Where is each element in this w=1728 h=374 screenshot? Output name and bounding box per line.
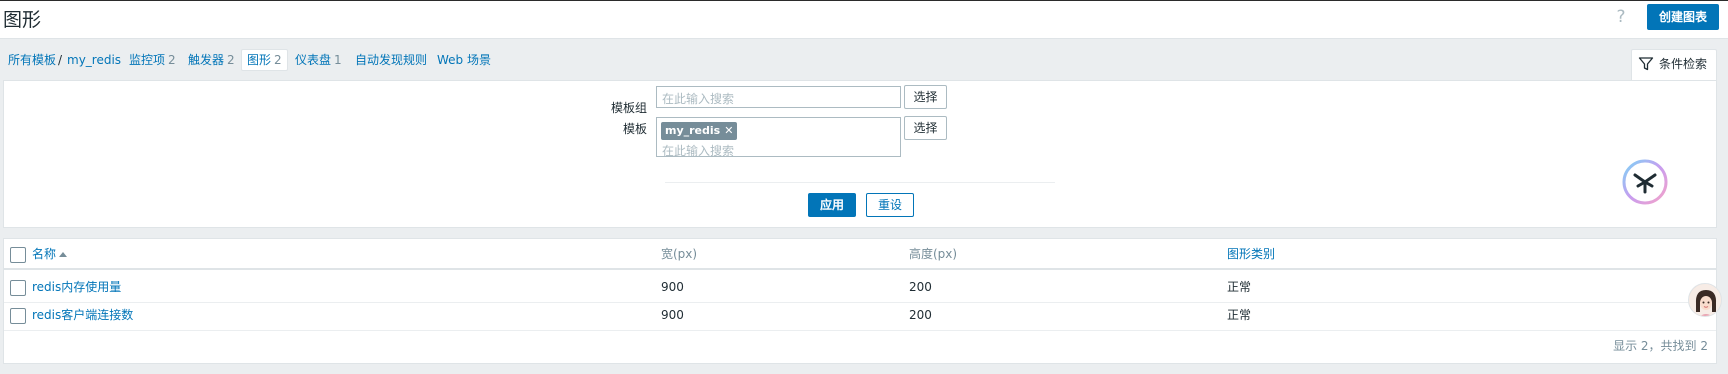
assistant-logo-graphic bbox=[1622, 159, 1668, 205]
table-row: redis内存使用量 900 200 正常 bbox=[4, 272, 1716, 303]
column-graph-type[interactable]: 图形类别 bbox=[1227, 239, 1275, 269]
template-multiselect[interactable]: my_redis ✕ 在此输入搜索 bbox=[656, 117, 901, 159]
tab-count: 2 bbox=[274, 53, 282, 67]
help-icon[interactable]: ? bbox=[1613, 7, 1629, 27]
tab-discovery-rules[interactable]: 自动发现规则 bbox=[355, 49, 427, 71]
template-input[interactable]: 在此输入搜索 bbox=[662, 142, 734, 159]
tab-items[interactable]: 监控项 2 bbox=[129, 49, 176, 71]
graph-name-link[interactable]: redis内存使用量 bbox=[32, 272, 121, 302]
graph-width: 900 bbox=[661, 280, 684, 294]
tab-label: 仪表盘 bbox=[295, 53, 332, 67]
tab-label: 触发器 bbox=[188, 53, 225, 67]
sort-asc-icon bbox=[59, 252, 68, 257]
row-checkbox[interactable] bbox=[10, 308, 26, 324]
graph-height: 200 bbox=[909, 308, 932, 322]
tab-label: 自动发现规则 bbox=[355, 53, 428, 67]
column-graph-type-sort-link[interactable]: 图形类别 bbox=[1227, 247, 1275, 261]
remove-tag-icon[interactable]: ✕ bbox=[724, 124, 733, 137]
column-height: 高度(px) bbox=[909, 247, 958, 261]
row-checkbox[interactable] bbox=[10, 280, 26, 296]
tab-label: Web 场景 bbox=[437, 53, 491, 67]
table-header: 名称 宽(px) 高度(px) 图形类别 bbox=[4, 239, 1716, 270]
support-avatar-graphic bbox=[1689, 284, 1721, 316]
assistant-logo-icon[interactable] bbox=[1621, 158, 1669, 206]
select-all-checkbox[interactable] bbox=[10, 247, 26, 263]
support-avatar-icon[interactable] bbox=[1688, 283, 1722, 317]
tab-count: 1 bbox=[334, 53, 342, 67]
tab-triggers[interactable]: 触发器 2 bbox=[188, 49, 235, 71]
tab-count: 2 bbox=[227, 53, 235, 67]
column-name-sort-link[interactable]: 名称 bbox=[32, 247, 56, 261]
graph-type: 正常 bbox=[1227, 280, 1252, 294]
graph-type: 正常 bbox=[1227, 308, 1252, 322]
breadcrumb-separator: / bbox=[58, 53, 63, 67]
breadcrumb-template[interactable]: my_redis bbox=[67, 49, 121, 71]
column-width: 宽(px) bbox=[661, 247, 698, 261]
tab-count: 2 bbox=[168, 53, 176, 67]
page-title: 图形 bbox=[3, 9, 42, 31]
page-header: 图形 ? 创建图表 bbox=[0, 0, 1728, 39]
filter-tab-label: 条件检索 bbox=[1659, 57, 1708, 71]
filter-tab[interactable]: 条件检索 bbox=[1631, 49, 1717, 81]
graph-name-link[interactable]: redis客户端连接数 bbox=[32, 300, 133, 330]
tab-dashboards[interactable]: 仪表盘 1 bbox=[295, 49, 342, 71]
graph-name[interactable]: redis内存使用量 bbox=[32, 280, 121, 294]
template-group-label: 模板组 bbox=[610, 101, 647, 115]
table-row: redis客户端连接数 900 200 正常 bbox=[4, 300, 1716, 331]
filter-divider bbox=[665, 182, 1055, 183]
tab-web-scenarios[interactable]: Web 场景 bbox=[437, 49, 491, 71]
template-group-select-button[interactable]: 选择 bbox=[904, 85, 947, 109]
table-footer-count: 显示 2，共找到 2 bbox=[1613, 339, 1708, 353]
graph-name[interactable]: redis客户端连接数 bbox=[32, 308, 133, 322]
tab-label: 图形 bbox=[247, 53, 272, 67]
graphs-table: 名称 宽(px) 高度(px) 图形类别 redis内存使用量 900 200 … bbox=[3, 238, 1717, 364]
tab-label: 监控项 bbox=[129, 53, 166, 67]
template-group-input[interactable]: 在此输入搜索 bbox=[656, 86, 901, 108]
column-name[interactable]: 名称 bbox=[32, 239, 68, 269]
template-tag: my_redis ✕ bbox=[661, 122, 738, 140]
template-tag-label: my_redis bbox=[665, 124, 721, 137]
tab-graphs[interactable]: 图形 2 bbox=[241, 49, 288, 71]
template-label: 模板 bbox=[622, 122, 647, 136]
breadcrumb-all-templates[interactable]: 所有模板 bbox=[8, 49, 56, 71]
reset-button[interactable]: 重设 bbox=[866, 193, 914, 217]
filter-icon bbox=[1638, 57, 1654, 71]
graph-width: 900 bbox=[661, 308, 684, 322]
graph-height: 200 bbox=[909, 280, 932, 294]
apply-button[interactable]: 应用 bbox=[808, 193, 856, 217]
template-select-button[interactable]: 选择 bbox=[904, 116, 947, 140]
create-graph-button[interactable]: 创建图表 bbox=[1647, 4, 1719, 30]
